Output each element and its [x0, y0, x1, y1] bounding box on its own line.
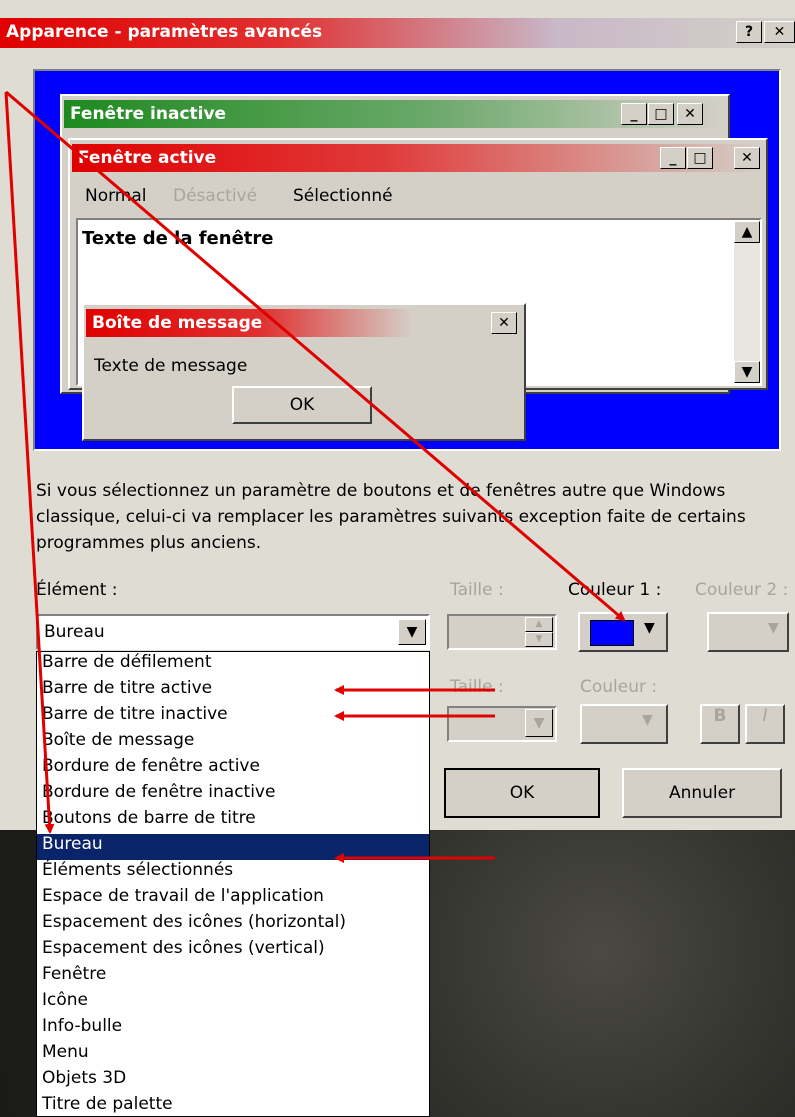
window-text: Texte de la fenêtre — [82, 228, 274, 249]
list-item[interactable]: Info-bulle — [37, 1016, 429, 1042]
list-item[interactable]: Barre de défilement — [37, 652, 429, 678]
list-item[interactable]: Barre de titre active — [37, 678, 429, 704]
color1-label: Couleur 1 : — [568, 580, 662, 600]
dialog-title-bar[interactable]: Apparence - paramètres avancés — [0, 18, 795, 48]
scrollbar[interactable] — [734, 221, 760, 383]
menu-selected: Sélectionné — [293, 186, 393, 206]
chevron-down-icon: ▼ — [768, 620, 779, 636]
list-item[interactable]: Espacement des icônes (vertical) — [37, 938, 429, 964]
color2-label: Couleur 2 : — [695, 580, 789, 600]
cancel-button[interactable]: Annuler — [622, 768, 782, 818]
close-icon: ✕ — [734, 147, 760, 169]
chevron-down-icon[interactable]: ▼ — [644, 620, 655, 636]
close-icon: ✕ — [491, 312, 517, 334]
maximize-icon: □ — [648, 103, 674, 125]
close-icon: ✕ — [677, 103, 703, 125]
list-item[interactable]: Titre de palette — [37, 1094, 429, 1116]
bold-button[interactable]: B — [700, 704, 740, 744]
list-item[interactable]: Espace de travail de l'application — [37, 886, 429, 912]
scroll-down-icon[interactable]: ▼ — [734, 361, 760, 383]
list-item[interactable]: Boîte de message — [37, 730, 429, 756]
element-select[interactable]: Bureau ▼ — [36, 614, 430, 650]
spinner-up-icon[interactable]: ▲ — [525, 617, 553, 632]
list-item-selected[interactable]: Bureau — [37, 834, 429, 860]
font-size-label: Taille : — [450, 677, 504, 697]
list-item[interactable]: Objets 3D — [37, 1068, 429, 1094]
element-dropdown-list[interactable]: Barre de défilement Barre de titre activ… — [36, 651, 430, 1117]
font-color-picker[interactable] — [580, 704, 668, 744]
menu-disabled: Désactivé — [173, 186, 258, 206]
message-box-title-bar: Boîte de message — [86, 309, 522, 337]
italic-button[interactable]: I — [745, 704, 785, 744]
message-text: Texte de message — [94, 356, 248, 376]
size-label: Taille : — [450, 580, 504, 600]
spinner-down-icon[interactable]: ▼ — [525, 632, 553, 647]
scroll-up-icon[interactable]: ▲ — [734, 221, 760, 243]
element-label: Élément : — [36, 580, 118, 600]
menu-normal: Normal — [85, 186, 147, 206]
color1-swatch — [590, 620, 634, 646]
description-text: Si vous sélectionnez un paramètre de bou… — [36, 481, 746, 553]
list-item[interactable]: Espacement des icônes (horizontal) — [37, 912, 429, 938]
maximize-icon: □ — [687, 147, 713, 169]
element-select-value: Bureau — [44, 622, 105, 642]
list-item[interactable]: Barre de titre inactive — [37, 704, 429, 730]
dialog-title: Apparence - paramètres avancés — [6, 22, 323, 42]
inactive-title: Fenêtre inactive — [70, 104, 227, 124]
list-item[interactable]: Éléments sélectionnés — [37, 860, 429, 886]
list-item[interactable]: Icône — [37, 990, 429, 1016]
list-item[interactable]: Boutons de barre de titre — [37, 808, 429, 834]
list-item[interactable]: Menu — [37, 1042, 429, 1068]
close-button[interactable]: ✕ — [764, 21, 795, 43]
font-color-label: Couleur : — [580, 677, 658, 697]
minimize-icon: _ — [660, 147, 686, 169]
help-button[interactable]: ? — [736, 21, 762, 43]
minimize-icon: _ — [621, 103, 647, 125]
chevron-down-icon[interactable]: ▼ — [398, 619, 426, 645]
list-item[interactable]: Bordure de fenêtre active — [37, 756, 429, 782]
chevron-down-icon: ▼ — [642, 712, 653, 728]
ok-button[interactable]: OK — [444, 768, 600, 818]
active-title: Fenêtre active — [78, 148, 217, 168]
list-item[interactable]: Bordure de fenêtre inactive — [37, 782, 429, 808]
message-ok-button[interactable]: OK — [232, 386, 372, 424]
list-item[interactable]: Fenêtre — [37, 964, 429, 990]
chevron-down-icon[interactable]: ▼ — [525, 709, 553, 737]
message-box-title: Boîte de message — [92, 313, 263, 333]
